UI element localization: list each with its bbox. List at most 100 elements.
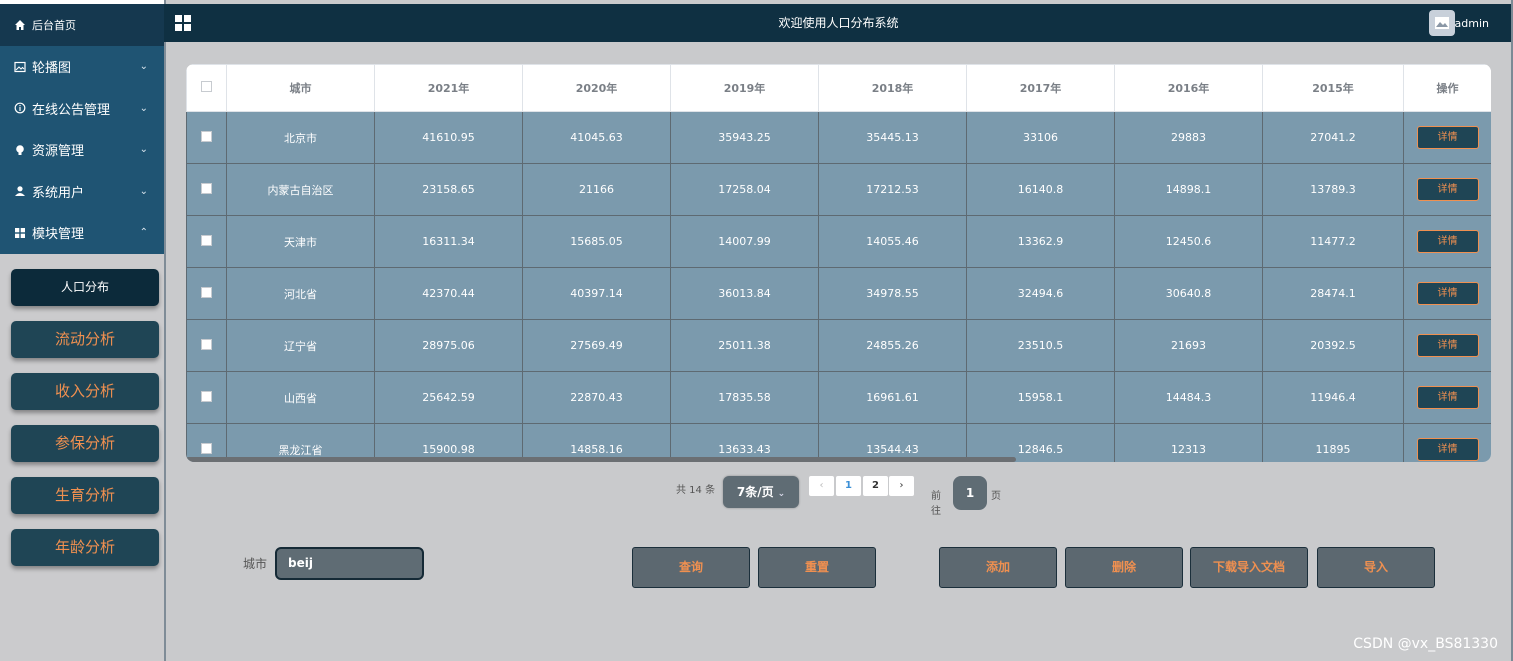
row-checkbox[interactable] (186, 319, 227, 372)
action-cell: 详情 (1403, 423, 1491, 462)
sidebar-menu: 轮播图 ⌄ 在线公告管理 ⌄ 资源管理 ⌄ 系统用户 ⌄ 模块管理 ⌃ (0, 46, 164, 254)
submenu-population-distribution[interactable]: 人口分布 (11, 268, 159, 306)
query-button[interactable]: 查询 (632, 547, 750, 588)
value-cell: 27041.2 (1262, 111, 1404, 164)
home-link[interactable]: 后台首页 (0, 0, 164, 46)
row-checkbox[interactable] (186, 371, 227, 424)
column-header: 2020年 (522, 64, 671, 112)
value-cell: 35445.13 (818, 111, 967, 164)
table-row: 山西省 25642.59 22870.43 17835.58 16961.61 15958… (186, 371, 1491, 424)
table-row: 辽宁省 28975.06 27569.49 25011.38 24855.26 23510… (186, 319, 1491, 372)
action-cell: 详情 (1403, 371, 1491, 424)
chevron-down-icon: ⌄ (777, 489, 786, 499)
page-1-button[interactable]: 1 (836, 476, 861, 496)
value-cell: 17212.53 (818, 163, 967, 216)
detail-button[interactable]: 详情 (1416, 178, 1479, 201)
row-checkbox[interactable] (186, 163, 227, 216)
select-all-checkbox[interactable] (186, 64, 227, 112)
goto-label: 前往 (931, 491, 941, 517)
column-header: 2021年 (374, 64, 523, 112)
chevron-down-icon: ⌄ (139, 102, 148, 114)
info-circle-icon (14, 102, 26, 114)
city-cell: 河北省 (226, 267, 375, 320)
value-cell: 41045.63 (522, 111, 671, 164)
detail-button[interactable]: 详情 (1416, 438, 1479, 461)
grid-icon (15, 227, 25, 238)
column-header: 2015年 (1262, 64, 1404, 112)
reset-button[interactable]: 重置 (758, 547, 876, 588)
table-row: 内蒙古自治区 23158.65 21166 17258.04 17212.53 16140… (186, 163, 1491, 216)
value-cell: 28975.06 (374, 319, 523, 372)
sidebar-item-resources[interactable]: 资源管理 ⌄ (0, 129, 164, 171)
chevron-down-icon: ⌄ (139, 185, 148, 197)
value-cell: 21693 (1114, 319, 1263, 372)
detail-button[interactable]: 详情 (1416, 386, 1479, 409)
prev-page-button[interactable]: ‹ (809, 476, 834, 496)
sidebar-item-announcements[interactable]: 在线公告管理 ⌄ (0, 88, 164, 130)
value-cell: 21166 (522, 163, 671, 216)
add-button[interactable]: 添加 (939, 547, 1057, 588)
download-template-button[interactable]: 下载导入文档 (1190, 547, 1308, 588)
value-cell: 41610.95 (374, 111, 523, 164)
submenu-mobility-analysis[interactable]: 流动分析 (11, 320, 159, 358)
column-header: 城市 (226, 64, 375, 112)
detail-button[interactable]: 详情 (1416, 282, 1479, 305)
goto-suffix: 页 (991, 491, 1001, 502)
city-search-input[interactable]: beij (275, 547, 424, 580)
submenu-age-analysis[interactable]: 年龄分析 (11, 528, 159, 566)
value-cell: 27569.49 (522, 319, 671, 372)
sidebar-item-modules[interactable]: 模块管理 ⌃ (0, 212, 164, 254)
action-cell: 详情 (1403, 267, 1491, 320)
value-cell: 25642.59 (374, 371, 523, 424)
page-size-select[interactable]: 7条/页 ⌄ (723, 476, 799, 508)
next-page-button[interactable]: › (889, 476, 914, 496)
value-cell: 11895 (1262, 423, 1404, 462)
module-submenu: 人口分布 流动分析 收入分析 参保分析 生育分析 年龄分析 (0, 254, 164, 566)
row-checkbox[interactable] (186, 215, 227, 268)
value-cell: 32494.6 (966, 267, 1115, 320)
total-count: 共 14 条 (676, 485, 716, 496)
value-cell: 14055.46 (818, 215, 967, 268)
action-cell: 详情 (1403, 319, 1491, 372)
city-cell: 内蒙古自治区 (226, 163, 375, 216)
column-header: 2016年 (1114, 64, 1263, 112)
submenu-income-analysis[interactable]: 收入分析 (11, 372, 159, 410)
value-cell: 28474.1 (1262, 267, 1404, 320)
goto-page-input[interactable]: 1 (953, 476, 987, 510)
sidebar-item-carousel[interactable]: 轮播图 ⌄ (0, 46, 164, 88)
value-cell: 20392.5 (1262, 319, 1404, 372)
page-2-button[interactable]: 2 (863, 476, 888, 496)
submenu-insurance-analysis[interactable]: 参保分析 (11, 424, 159, 462)
value-cell: 17835.58 (670, 371, 819, 424)
value-cell: 23158.65 (374, 163, 523, 216)
value-cell: 22870.43 (522, 371, 671, 424)
detail-button[interactable]: 详情 (1416, 126, 1479, 149)
value-cell: 34978.55 (818, 267, 967, 320)
submenu-birth-analysis[interactable]: 生育分析 (11, 476, 159, 514)
value-cell: 33106 (966, 111, 1115, 164)
import-button[interactable]: 导入 (1317, 547, 1435, 588)
horizontal-scrollbar[interactable] (186, 457, 1016, 462)
sidebar-item-users[interactable]: 系统用户 ⌄ (0, 171, 164, 213)
detail-button[interactable]: 详情 (1416, 230, 1479, 253)
value-cell: 11946.4 (1262, 371, 1404, 424)
row-checkbox[interactable] (186, 267, 227, 320)
value-cell: 11477.2 (1262, 215, 1404, 268)
sidebar-item-label: 资源管理 (32, 144, 85, 160)
avatar[interactable] (1429, 10, 1455, 36)
sidebar-item-label: 模块管理 (32, 227, 85, 243)
value-cell: 40397.14 (522, 267, 671, 320)
detail-button[interactable]: 详情 (1416, 334, 1479, 357)
action-cell: 详情 (1403, 111, 1491, 164)
table-row: 河北省 42370.44 40397.14 36013.84 34978.55 32494… (186, 267, 1491, 320)
table-row: 北京市 41610.95 41045.63 35943.25 35445.13 33106… (186, 111, 1491, 164)
delete-button[interactable]: 删除 (1065, 547, 1183, 588)
sidebar: 后台首页 轮播图 ⌄ 在线公告管理 ⌄ 资源管理 ⌄ 系统用户 ⌄ 模块管理 ⌃ (0, 0, 166, 661)
row-checkbox[interactable] (186, 111, 227, 164)
column-header: 2017年 (966, 64, 1115, 112)
value-cell: 16311.34 (374, 215, 523, 268)
sidebar-item-label: 在线公告管理 (32, 102, 111, 118)
column-header: 操作 (1403, 64, 1491, 112)
user-name[interactable]: admin (1455, 4, 1489, 44)
page-size-value: 7条/页 (736, 485, 774, 499)
